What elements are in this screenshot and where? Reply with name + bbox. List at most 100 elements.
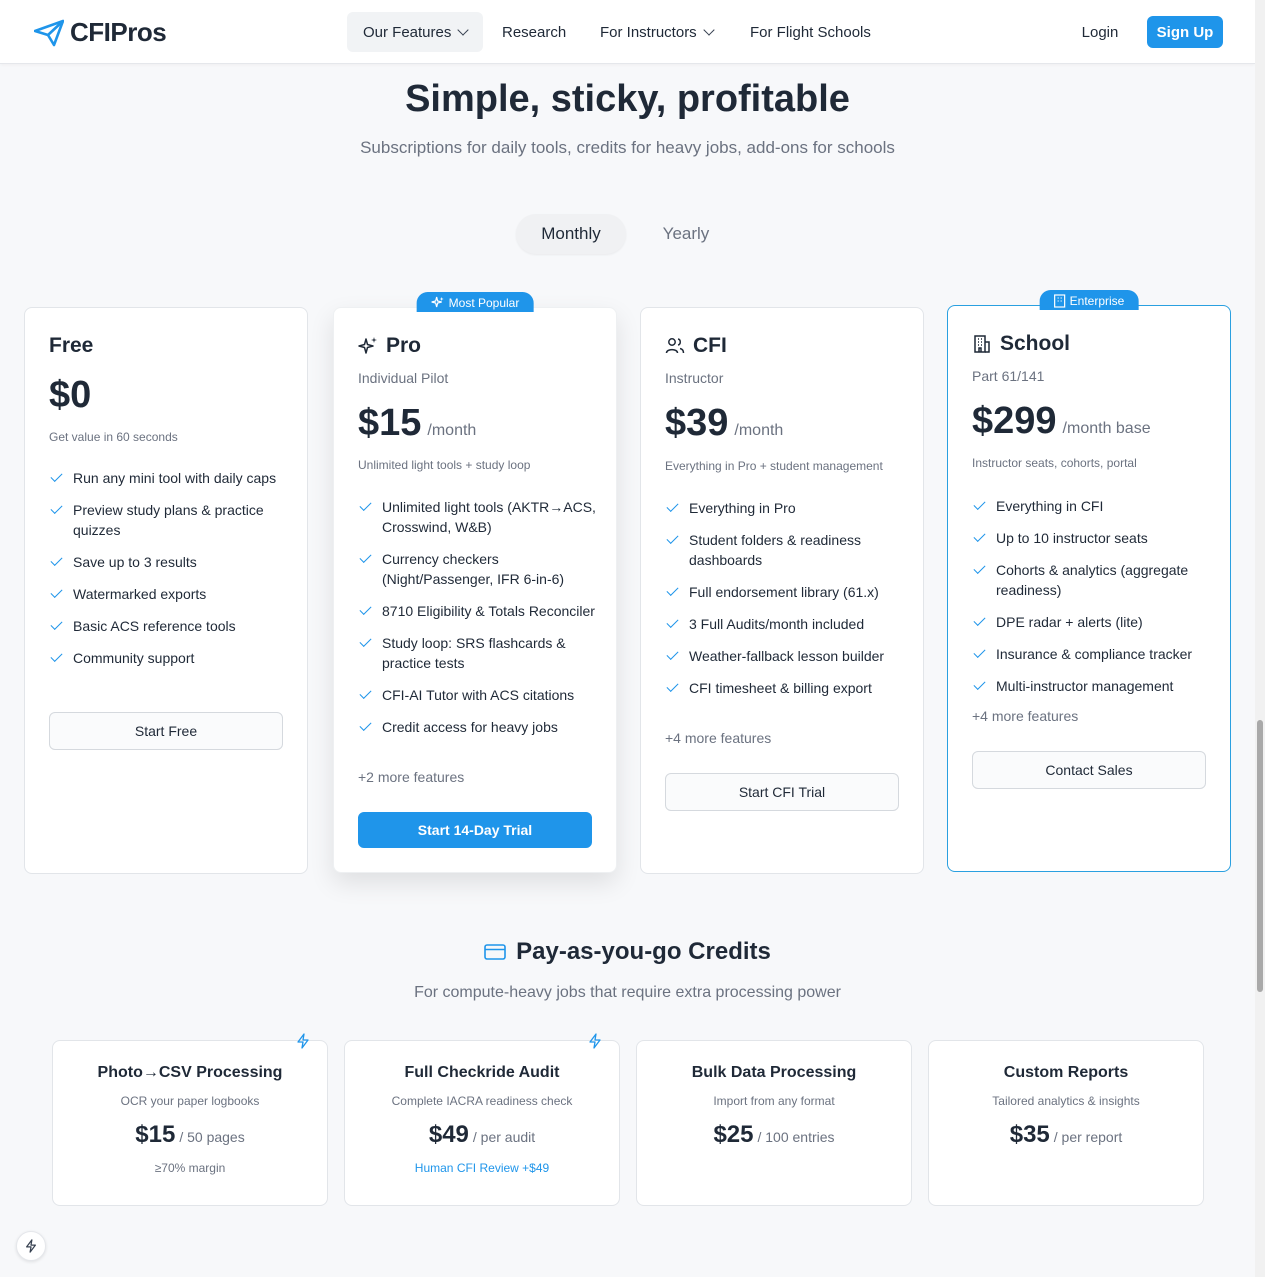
paper-plane-icon <box>34 19 64 46</box>
feature-item: 3 Full Audits/month included <box>665 614 905 634</box>
toggle-monthly[interactable]: Monthly <box>516 214 626 254</box>
feature-text: CFI-AI Tutor with ACS citations <box>382 687 575 703</box>
nav-link-label: For Flight Schools <box>750 23 871 41</box>
badge-clip: Enterprise <box>948 290 1230 310</box>
feature-item: Everything in Pro <box>665 498 905 518</box>
plan-card-pro: Most Popular Pro Individual Pilot $15 /m… <box>333 292 617 873</box>
lightning-icon <box>589 1033 601 1049</box>
plan-period: /month <box>427 422 477 439</box>
scrollbar-thumb[interactable] <box>1257 720 1263 992</box>
start-cfi-trial-button[interactable]: Start CFI Trial <box>665 773 899 811</box>
credits-title: Pay-as-you-go Credits <box>516 938 771 965</box>
feature-text: Full endorsement library (61.x) <box>689 584 879 600</box>
start-trial-button[interactable]: Start 14-Day Trial <box>358 812 592 848</box>
billing-toggle: Monthly Yearly <box>516 214 736 254</box>
feature-item: Watermarked exports <box>49 584 289 604</box>
check-icon <box>666 499 679 513</box>
page-title: Simple, sticky, profitable <box>405 78 850 120</box>
plan-description: Everything in Pro + student management <box>665 459 883 473</box>
feature-list: Everything in Pro Student folders & read… <box>665 498 905 710</box>
plan-name: School <box>1000 332 1071 355</box>
feature-list: Unlimited light tools (AKTR→ACS, Crosswi… <box>358 497 598 749</box>
toggle-yearly[interactable]: Yearly <box>636 214 736 254</box>
nav-for-instructors[interactable]: For Instructors <box>584 12 729 52</box>
feature-item: Everything in CFI <box>972 496 1212 516</box>
check-icon <box>973 529 986 543</box>
check-icon <box>50 469 63 483</box>
nav-research[interactable]: Research <box>486 12 582 52</box>
top-navbar: CFIPros Our Features Research For Instru… <box>0 0 1255 64</box>
credit-card-checkride-audit[interactable]: Full Checkride Audit Complete IACRA read… <box>344 1033 620 1206</box>
feature-text: Everything in Pro <box>689 500 796 516</box>
human-review-addon[interactable]: Human CFI Review +$49 <box>345 1161 619 1175</box>
feature-item: 8710 Eligibility & Totals Reconciler <box>358 601 598 621</box>
credit-title: Full Checkride Audit <box>404 1064 560 1081</box>
credit-unit: / per audit <box>472 1129 536 1145</box>
feature-item: Credit access for heavy jobs <box>358 717 598 737</box>
login-button[interactable]: Login <box>1070 12 1130 52</box>
plan-price: $0 <box>49 374 92 416</box>
plan-name: Pro <box>386 334 422 357</box>
building-icon <box>1054 294 1066 308</box>
start-free-button[interactable]: Start Free <box>49 712 283 750</box>
more-features-link[interactable]: +2 more features <box>358 769 464 785</box>
scrollbar[interactable] <box>1255 0 1265 1277</box>
nav-link-label: For Instructors <box>600 23 697 41</box>
plan-period: /month base <box>1062 420 1151 437</box>
plan-subtitle: Individual Pilot <box>358 370 449 386</box>
feature-item: Community support <box>49 648 289 668</box>
check-icon <box>973 613 986 627</box>
credit-card-bulk-data[interactable]: Bulk Data Processing Import from any for… <box>636 1040 912 1206</box>
feature-text: Weather-fallback lesson builder <box>689 648 885 664</box>
check-icon <box>666 647 679 661</box>
plan-period: /month <box>734 422 784 439</box>
feature-text: Cohorts & analytics (aggregate readiness… <box>996 562 1189 598</box>
feature-text: Everything in CFI <box>996 498 1104 514</box>
feature-text: Community support <box>73 650 195 666</box>
nav-link-label: Our Features <box>363 23 452 41</box>
check-icon <box>50 617 63 631</box>
credit-price: $35 <box>1009 1121 1050 1148</box>
logo-text: CFIPros <box>70 17 167 47</box>
plan-description: Instructor seats, cohorts, portal <box>972 456 1137 470</box>
contact-sales-button[interactable]: Contact Sales <box>972 751 1206 789</box>
plan-description: Unlimited light tools + study loop <box>358 458 531 472</box>
check-icon <box>50 553 63 567</box>
plan-card-free: Free $0 Get value in 60 seconds Run any … <box>24 307 308 874</box>
credit-card-custom-reports[interactable]: Custom Reports Tailored analytics & insi… <box>928 1040 1204 1206</box>
feature-text: Run any mini tool with daily caps <box>73 470 277 486</box>
logo[interactable]: CFIPros <box>34 17 167 48</box>
signup-button[interactable]: Sign Up <box>1147 16 1223 48</box>
check-icon <box>666 615 679 629</box>
check-icon <box>50 649 63 663</box>
feature-list: Run any mini tool with daily caps Previe… <box>49 468 289 680</box>
check-icon <box>359 602 372 616</box>
most-popular-badge: Most Popular <box>416 292 534 312</box>
feature-text: 8710 Eligibility & Totals Reconciler <box>382 603 595 619</box>
more-features-link[interactable]: +4 more features <box>665 730 771 746</box>
feature-text: Unlimited light tools (AKTR→ACS, Crosswi… <box>382 499 596 535</box>
dev-tools-button[interactable] <box>16 1231 46 1261</box>
sparkles-icon <box>431 296 444 308</box>
check-icon <box>973 497 986 511</box>
nav-for-flight-schools[interactable]: For Flight Schools <box>734 12 887 52</box>
feature-item: Cohorts & analytics (aggregate readiness… <box>972 560 1212 600</box>
credit-title: Photo→CSV Processing <box>97 1064 283 1081</box>
feature-item: Weather-fallback lesson builder <box>665 646 905 666</box>
plan-description: Get value in 60 seconds <box>49 430 178 444</box>
credit-unit: / 50 pages <box>179 1129 245 1145</box>
credit-description: Complete IACRA readiness check <box>391 1094 573 1108</box>
nav-our-features[interactable]: Our Features <box>347 12 484 52</box>
check-icon <box>359 634 372 648</box>
feature-text: Basic ACS reference tools <box>73 618 236 634</box>
credit-card-icon <box>484 944 506 960</box>
feature-text: Up to 10 instructor seats <box>996 530 1148 546</box>
credit-card-photo-csv[interactable]: Photo→CSV Processing OCR your paper logb… <box>52 1033 328 1206</box>
feature-item: CFI timesheet & billing export <box>665 678 905 698</box>
feature-list: Everything in CFI Up to 10 instructor se… <box>972 496 1212 708</box>
more-features-link[interactable]: +4 more features <box>972 708 1078 724</box>
check-icon <box>359 718 372 732</box>
plan-price: $15 <box>358 402 422 444</box>
lightning-icon <box>26 1239 36 1253</box>
credit-unit: / per report <box>1053 1129 1123 1145</box>
